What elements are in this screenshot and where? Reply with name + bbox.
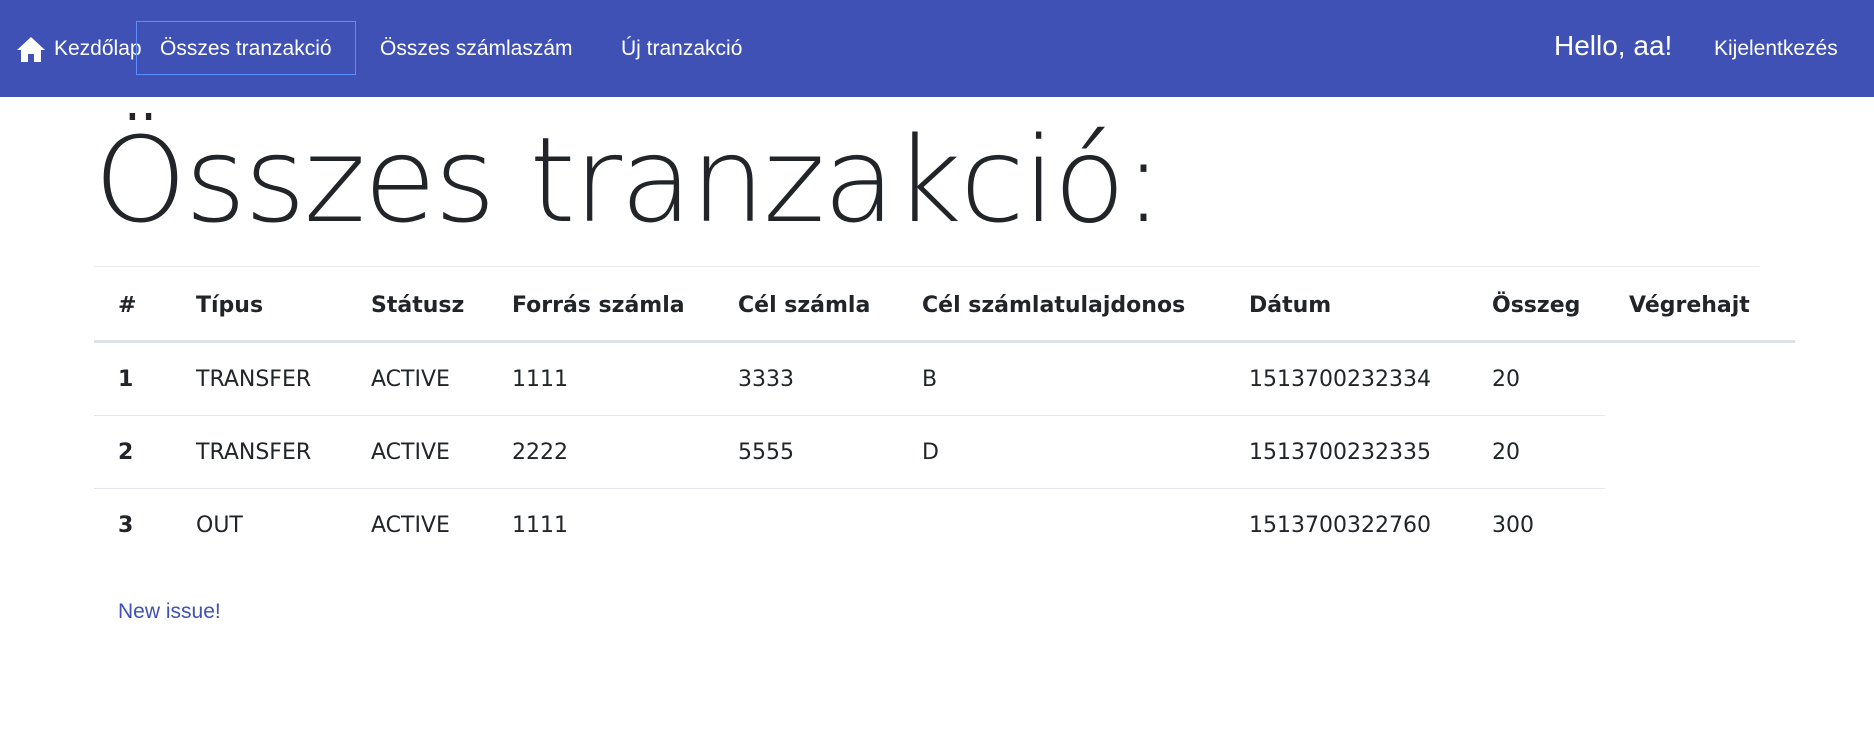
row-target-account	[714, 489, 898, 562]
row-date: 1513700232335	[1225, 415, 1468, 489]
column-header-status: Státusz	[347, 270, 488, 343]
row-execute	[1605, 342, 1795, 416]
nav-home-link[interactable]: Kezdőlap	[16, 34, 142, 64]
home-icon	[16, 35, 46, 63]
row-target-account: 5555	[714, 415, 898, 489]
row-target-owner: D	[898, 415, 1225, 489]
logout-link[interactable]: Kijelentkezés	[1714, 34, 1838, 64]
row-execute	[1605, 489, 1795, 562]
row-type: TRANSFER	[172, 341, 347, 416]
row-source-account: 1111	[512, 512, 568, 538]
row-target-account: 3333	[714, 341, 898, 416]
page-title: Összes tranzakció:	[94, 111, 1163, 249]
row-amount: 20	[1468, 415, 1605, 489]
transactions-table: # Típus Státusz Forrás számla Cél számla…	[94, 270, 1795, 561]
column-header-date: Dátum	[1225, 270, 1468, 343]
column-header-target-owner: Cél számlatulajdonos	[898, 270, 1225, 343]
row-number: 3	[118, 512, 134, 538]
row-number: 2	[94, 415, 172, 489]
row-status: ACTIVE	[347, 415, 488, 489]
column-header-type: Típus	[172, 270, 347, 343]
nav-home-label: Kezdőlap	[54, 37, 142, 60]
row-status: ACTIVE	[371, 512, 450, 538]
row-date: 1513700232334	[1225, 341, 1468, 416]
nav-link-all-accounts[interactable]: Összes számlaszám	[380, 34, 573, 64]
row-amount: 300	[1492, 512, 1534, 538]
row-source-account: 2222	[488, 415, 714, 489]
row-date: 1513700322760	[1249, 512, 1431, 538]
row-number: 1	[94, 341, 172, 416]
row-type: OUT	[196, 512, 243, 538]
title-divider	[94, 266, 1759, 267]
column-header-execute: Végrehajt	[1605, 270, 1795, 343]
table-row: 1 TRANSFER ACTIVE 1111 3333 B 1513700232…	[94, 341, 1795, 416]
nav-link-all-transactions[interactable]: Összes tranzakció	[160, 34, 332, 64]
table-row: 3 OUT ACTIVE 1111 1513700322760 300	[94, 489, 1795, 562]
user-greeting: Hello, aa!	[1554, 30, 1673, 61]
new-issue-link[interactable]: New issue!	[118, 598, 221, 626]
row-status: ACTIVE	[347, 341, 488, 416]
row-amount: 20	[1468, 341, 1605, 416]
row-source-account: 1111	[488, 341, 714, 416]
table-header-row: # Típus Státusz Forrás számla Cél számla…	[94, 270, 1795, 343]
column-header-source-account: Forrás számla	[488, 270, 714, 343]
column-header-amount: Összeg	[1468, 270, 1605, 343]
table-row: 2 TRANSFER ACTIVE 2222 5555 D 1513700232…	[94, 415, 1795, 489]
row-target-owner	[898, 489, 1225, 562]
row-target-owner: B	[898, 341, 1225, 416]
navbar: Kezdőlap Összes tranzakció Összes számla…	[0, 0, 1874, 97]
row-type: TRANSFER	[172, 415, 347, 489]
nav-link-new-transaction[interactable]: Új tranzakció	[621, 34, 742, 64]
row-execute	[1605, 416, 1795, 489]
column-header-target-account: Cél számla	[714, 270, 898, 343]
column-header-number: #	[94, 270, 172, 343]
